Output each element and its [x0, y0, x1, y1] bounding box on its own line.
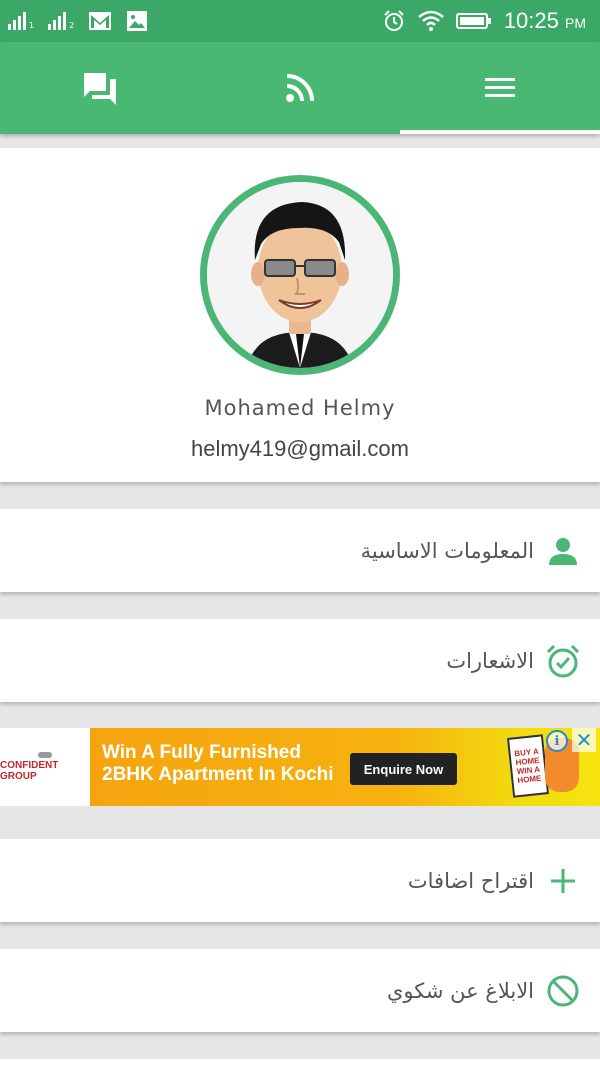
- next-card-edge: [0, 1059, 600, 1067]
- signal-icon: 1: [8, 12, 34, 30]
- ad-banner[interactable]: CONFIDENT GROUP Win A Fully Furnished 2B…: [0, 728, 600, 806]
- menu-item-label: الاشعارات: [446, 648, 534, 673]
- chat-icon: [84, 73, 116, 105]
- alarm-icon: [384, 10, 404, 31]
- tab-chat[interactable]: [0, 42, 200, 134]
- battery-icon: [455, 13, 491, 29]
- ad-headline: Win A Fully Furnished 2BHK Apartment In …: [102, 742, 334, 785]
- image-icon: [127, 11, 148, 31]
- ad-badge: BUY A HOME WIN A HOME: [506, 734, 550, 798]
- signal-icon: 2: [48, 12, 74, 30]
- profile-email: helmy419@gmail.com: [191, 436, 409, 461]
- menu-item-suggest[interactable]: اقتراح اضافات: [0, 839, 600, 922]
- ad-creative[interactable]: Win A Fully Furnished 2BHK Apartment In …: [90, 728, 600, 806]
- status-bar: 1 2 10:25 PM: [0, 0, 600, 42]
- person-icon: [546, 534, 580, 568]
- menu-item-basic-info[interactable]: المعلومات الاساسية: [0, 509, 600, 592]
- ad-brand-logo: CONFIDENT GROUP: [0, 728, 90, 806]
- clock: 10:25 PM: [503, 8, 586, 33]
- menu-icon: [485, 78, 515, 97]
- wifi-icon: [418, 10, 444, 31]
- alarm-check-icon: [546, 644, 580, 678]
- profile-card: Mohamed Helmy helmy419@gmail.com: [0, 148, 600, 482]
- menu-item-notifications[interactable]: الاشعارات: [0, 619, 600, 702]
- ad-info-icon[interactable]: i: [546, 730, 568, 752]
- plus-icon: [546, 864, 580, 898]
- rss-icon: [286, 74, 314, 102]
- avatar[interactable]: [200, 175, 400, 375]
- menu-item-label: المعلومات الاساسية: [360, 538, 534, 563]
- top-tab-bar: [0, 42, 600, 134]
- block-icon: [546, 974, 580, 1008]
- avatar-illustration: [207, 182, 393, 368]
- tab-menu[interactable]: [400, 42, 600, 134]
- gmail-icon: [89, 12, 112, 30]
- profile-name: Mohamed Helmy: [204, 396, 396, 420]
- menu-item-label: اقتراح اضافات: [407, 868, 534, 893]
- menu-item-report[interactable]: الابلاغ عن شكوي: [0, 949, 600, 1032]
- ad-cta-button[interactable]: Enquire Now: [350, 753, 457, 785]
- menu-item-label: الابلاغ عن شكوي: [386, 978, 534, 1003]
- tab-feed[interactable]: [200, 42, 400, 134]
- ad-close-icon[interactable]: ✕: [572, 728, 596, 752]
